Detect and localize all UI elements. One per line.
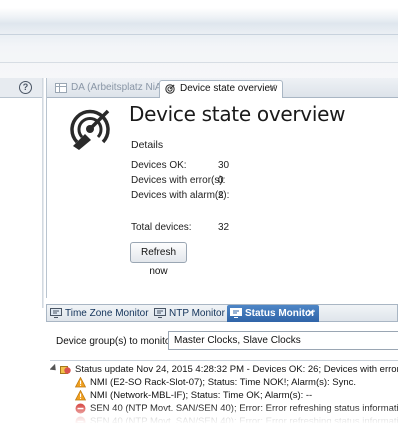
error-icon	[75, 416, 86, 423]
stat-value: 30	[218, 160, 230, 171]
header-divider-2	[0, 62, 398, 63]
monitor-panel: Time Zone Monitor NTP Monitor Status Mon…	[46, 300, 398, 423]
device-group-field[interactable]: Master Clocks, Slave Clocks	[168, 331, 398, 350]
panel-divider[interactable]	[42, 78, 44, 308]
tree-row-text: SEN 40 (NTP Movt. SAN/SEN 40); Error: Er…	[90, 416, 398, 423]
close-icon[interactable]: ✕	[307, 305, 315, 322]
header-divider	[0, 34, 398, 35]
tree-row[interactable]: NMI (Network-MBL-IF); Status: Time OK; A…	[50, 389, 398, 402]
page-title: Device state overview	[129, 102, 346, 126]
stat-value: 0	[218, 175, 224, 186]
warning-icon	[75, 377, 86, 388]
stat-label: Devices with alarm(s):	[131, 190, 230, 201]
tree-row[interactable]: NMI (E2-SO Rack-Slot-07); Status: Time N…	[50, 376, 398, 389]
editor-tabbar: DA (Arbeitsplatz NiA) Device state overv…	[47, 78, 398, 98]
error-icon	[75, 403, 86, 414]
tree-row-text: SEN 40 (NTP Movt. SAN/SEN 40); Error: Er…	[90, 403, 398, 414]
tab-label: NTP Monitor	[169, 308, 225, 319]
tree-row-text: NMI (E2-SO Rack-Slot-07); Status: Time N…	[90, 377, 357, 388]
stat-value: 2	[218, 190, 224, 201]
tree-row-text: Status update Nov 24, 2015 4:28:32 PM - …	[75, 364, 398, 375]
chevron-down-icon[interactable]	[50, 363, 59, 374]
total-value: 32	[218, 222, 230, 233]
device-state-editor: DA (Arbeitsplatz NiA) Device state overv…	[46, 78, 398, 298]
tab-da-arbeitsplatz[interactable]: DA (Arbeitsplatz NiA)	[51, 80, 165, 98]
tab-device-state-overview[interactable]: Device state overview ✕	[159, 80, 283, 98]
tab-ntp-monitor[interactable]: NTP Monitor	[151, 305, 227, 322]
stat-label: Devices with error(s):	[131, 175, 226, 186]
tree-row[interactable]: SEN 40 (NTP Movt. SAN/SEN 40); Error: Er…	[50, 415, 398, 423]
monitor-icon	[154, 308, 166, 318]
monitor-icon	[50, 308, 62, 318]
tree-row[interactable]: SEN 40 (NTP Movt. SAN/SEN 40); Error: Er…	[50, 402, 398, 415]
help-icon[interactable]: ?	[19, 81, 32, 94]
stat-label: Devices OK:	[131, 160, 187, 171]
tab-label: DA (Arbeitsplatz NiA)	[71, 82, 165, 93]
tab-label: Time Zone Monitor	[65, 308, 149, 319]
radar-icon	[165, 84, 175, 94]
status-summary-icon	[60, 366, 71, 374]
tab-label: Device state overview	[180, 83, 278, 94]
status-tree: Status update Nov 24, 2015 4:28:32 PM - …	[50, 360, 398, 423]
total-label: Total devices:	[131, 222, 192, 233]
refresh-now-button[interactable]: Refresh now	[130, 242, 187, 277]
monitor-icon	[230, 308, 242, 318]
tab-time-zone-monitor[interactable]: Time Zone Monitor	[47, 305, 151, 322]
device-group-label: Device group(s) to monitor:	[56, 336, 177, 347]
device-radar-icon	[70, 109, 110, 150]
tree-row-text: NMI (Network-MBL-IF); Status: Time OK; A…	[90, 390, 313, 401]
close-icon[interactable]: ✕	[269, 81, 277, 97]
tab-label: Status Monitor	[245, 308, 315, 319]
monitor-tabbar: Time Zone Monitor NTP Monitor Status Mon…	[46, 304, 398, 322]
tab-status-monitor[interactable]: Status Monitor ✕	[227, 305, 319, 322]
window-header-area	[0, 0, 398, 78]
table-icon	[55, 83, 67, 93]
warning-icon	[75, 390, 86, 401]
details-heading: Details	[131, 139, 164, 151]
